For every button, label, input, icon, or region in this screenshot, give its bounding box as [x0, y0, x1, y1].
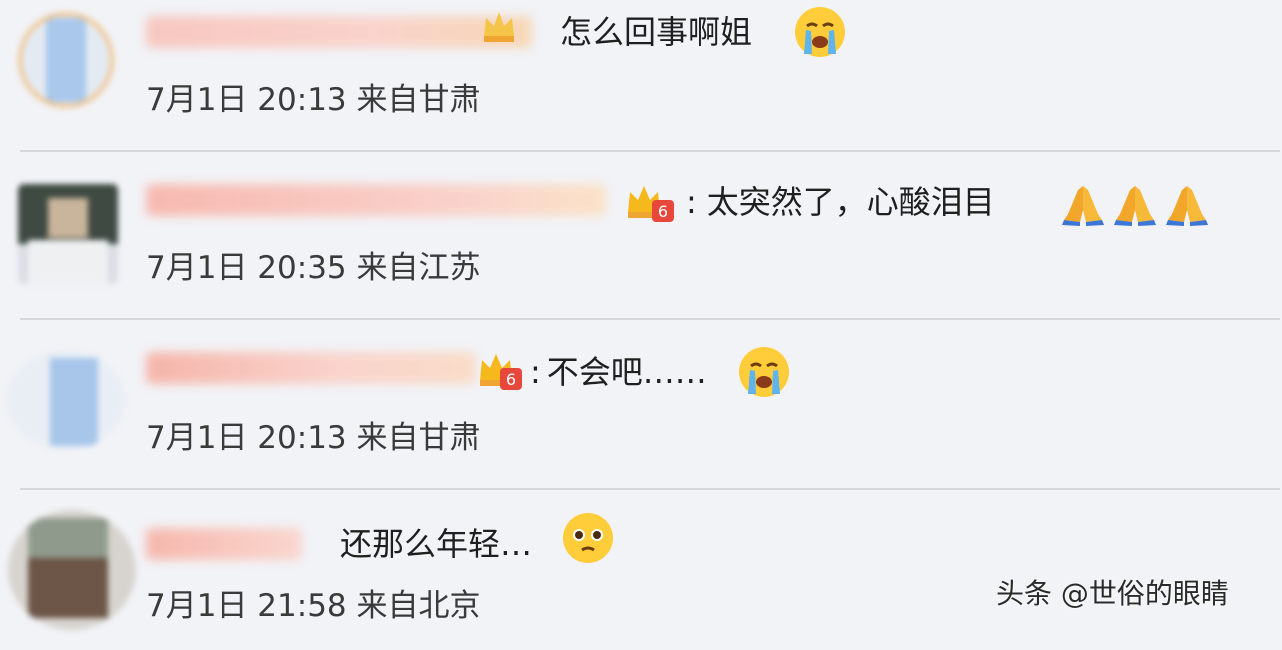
crying-face-icon — [739, 347, 789, 397]
comment-meta: 7月1日 20:13 来自甘肃 — [146, 420, 481, 456]
comment-item: 6 : 不会吧…… 7月1日 20:13 来自甘肃 — [0, 336, 1282, 486]
divider — [20, 150, 1280, 152]
folded-hands-icon — [1062, 186, 1104, 226]
comment-text: : 太突然了，心酸泪目 — [686, 183, 995, 221]
comment-meta: 7月1日 20:35 来自江苏 — [146, 250, 481, 286]
avatar[interactable] — [18, 184, 118, 284]
comment-text: 怎么回事啊姐 — [560, 13, 753, 51]
username-blurred[interactable] — [146, 16, 532, 48]
crying-face-icon — [795, 7, 845, 57]
username-blurred[interactable] — [146, 352, 476, 384]
comment-item: 还那么年轻… 7月1日 21:58 来自北京 — [0, 500, 1282, 650]
comment-item: 怎么回事啊姐 7月1日 20:13 来自甘肃 — [0, 0, 1282, 150]
username-blurred[interactable] — [146, 528, 302, 560]
pleading-face-icon — [563, 513, 613, 563]
comment-text: : 不会吧…… — [530, 353, 707, 391]
vip-badge-icon — [484, 12, 514, 42]
divider — [20, 488, 1280, 490]
comment-list: 怎么回事啊姐 7月1日 20:13 来自甘肃 6 : 太突然了，心酸泪目 7月1… — [0, 0, 1282, 630]
vip-badge-icon: 6 — [480, 354, 522, 390]
divider — [20, 318, 1280, 320]
folded-hands-icon — [1114, 186, 1156, 226]
watermark: 头条 @世俗的眼睛 — [996, 577, 1229, 610]
svg-text:6: 6 — [658, 202, 668, 221]
avatar[interactable] — [8, 510, 136, 630]
svg-text:6: 6 — [506, 370, 516, 389]
username-blurred[interactable] — [146, 184, 606, 216]
vip-badge-icon: 6 — [628, 186, 674, 222]
comment-item: 6 : 太突然了，心酸泪目 7月1日 20:35 来自江苏 — [0, 168, 1282, 318]
comment-meta: 7月1日 20:13 来自甘肃 — [146, 82, 481, 118]
comment-text: 还那么年轻… — [340, 525, 533, 563]
comment-meta: 7月1日 21:58 来自北京 — [146, 588, 481, 624]
folded-hands-icon — [1166, 186, 1208, 226]
avatar[interactable] — [18, 12, 114, 108]
avatar[interactable] — [6, 350, 126, 450]
